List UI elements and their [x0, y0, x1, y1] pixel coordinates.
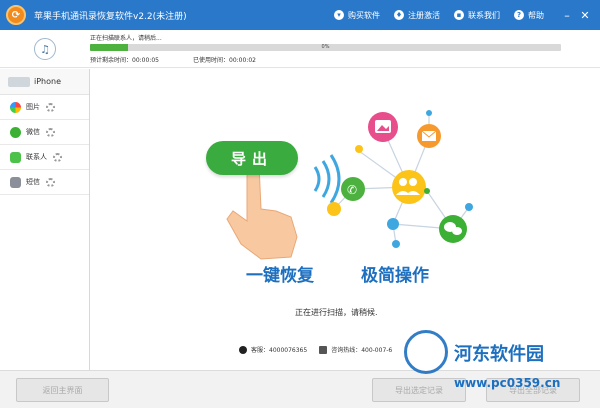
hotline-icon: [319, 345, 328, 354]
support-qq-text: 客服：4000076365: [251, 347, 308, 354]
category-sidebar: iPhone 图片 微信 联系人 短信: [0, 69, 90, 370]
help-icon: ?: [514, 10, 524, 20]
minimize-button[interactable]: –: [558, 6, 576, 24]
support-info: 客服：4000076365 咨询热线：400-007-6: [239, 345, 392, 354]
sidebar-item-label: 联系人: [26, 153, 47, 161]
contacts-node-icon: [392, 170, 426, 204]
sidebar-item-sms[interactable]: 短信: [0, 170, 89, 195]
slogan-simple: 极简操作: [361, 266, 429, 286]
elapsed-time: 已使用时间：00:00:02: [193, 57, 256, 64]
register-label: 注册激活: [408, 10, 440, 20]
sidebar-item-label: 短信: [26, 178, 40, 186]
close-button[interactable]: ✕: [576, 6, 594, 24]
support-hotline-text: 咨询热线：400-007-6: [331, 347, 393, 354]
loading-spinner-icon: [46, 102, 55, 112]
watermark-site-name: 河东软件园: [454, 344, 544, 365]
qq-icon: [239, 345, 247, 354]
wechat-icon: [10, 126, 21, 138]
slogan-one-click: 一键恢复: [246, 266, 314, 286]
register-link[interactable]: ♦ 注册激活: [394, 10, 440, 21]
export-button[interactable]: 导出: [206, 141, 298, 175]
sidebar-item-contacts[interactable]: 联系人: [0, 145, 89, 170]
window-title: 苹果手机通讯录恢复软件v2.2(未注册): [34, 11, 187, 22]
title-bar: ⟳ 苹果手机通讯录恢复软件v2.2(未注册) ▾ 购买软件 ♦ 注册激活 ▪ 联…: [0, 0, 600, 30]
progress-bar: 0%: [90, 44, 561, 51]
sidebar-item-label: 图片: [26, 103, 40, 111]
help-label: 帮助: [528, 10, 544, 20]
loading-spinner-icon: [53, 152, 62, 162]
illustration-graphic: ✆: [226, 110, 473, 260]
watermark-logo-icon: [404, 330, 448, 374]
watermark-url: www.pc0359.cn: [454, 376, 561, 390]
sidebar-item-photos[interactable]: 图片: [0, 95, 89, 120]
sidebar-item-label: 微信: [26, 128, 40, 136]
loading-spinner-icon: [46, 177, 55, 187]
title-bar-actions: ▾ 购买软件 ♦ 注册激活 ▪ 联系我们 ? 帮助 – ✕: [334, 0, 600, 30]
scan-status-text: 正在扫描联系人，请稍后...: [90, 35, 162, 42]
photos-icon: [10, 101, 21, 113]
back-to-main-button[interactable]: 返回主界面: [16, 378, 109, 402]
contact-us-link[interactable]: ▪ 联系我们: [454, 10, 500, 21]
key-icon: ♦: [394, 10, 404, 20]
device-header[interactable]: iPhone: [0, 69, 89, 95]
main-panel: ✆ 导出 一键恢复 极简操作 正在进行扫描，请稍候. 客服：4000076365…: [91, 69, 600, 370]
signal-waves-icon: [313, 154, 341, 204]
contact-us-label: 联系我们: [468, 10, 500, 20]
svg-text:✆: ✆: [347, 183, 357, 197]
contacts-card-icon: [10, 176, 21, 188]
pointing-hand-icon: [226, 163, 298, 260]
remaining-time: 预计剩余时间：00:00:05: [90, 57, 159, 64]
buy-software-link[interactable]: ▾ 购买软件: [334, 10, 380, 21]
sidebar-item-wechat[interactable]: 微信: [0, 120, 89, 145]
buy-software-label: 购买软件: [348, 10, 380, 20]
music-note-icon: ♫: [34, 38, 56, 60]
loading-spinner-icon: [46, 127, 55, 137]
cart-icon: ▾: [334, 10, 344, 20]
progress-percent: 0%: [321, 44, 330, 50]
help-link[interactable]: ? 帮助: [514, 10, 544, 21]
app-logo-icon: ⟳: [6, 5, 26, 25]
messages-icon: [10, 151, 21, 163]
contact-icon: ▪: [454, 10, 464, 20]
device-icon: [8, 76, 30, 87]
export-selected-button[interactable]: 导出选定记录: [372, 378, 466, 402]
scanning-status: 正在进行扫描，请稍候.: [295, 308, 378, 317]
scan-progress-panel: ♫ 正在扫描联系人，请稍后... 0% 预计剩余时间：00:00:05 已使用时…: [0, 30, 600, 68]
device-name: iPhone: [34, 77, 62, 86]
